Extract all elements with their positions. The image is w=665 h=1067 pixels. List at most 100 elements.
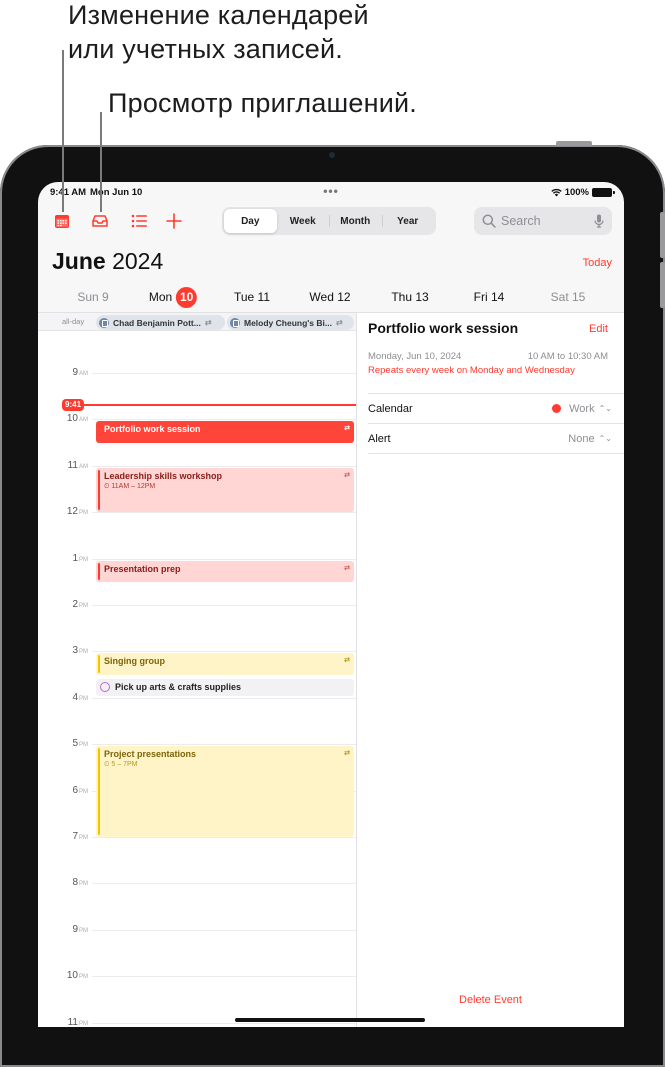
calendar-row[interactable]: Calendar Work ⌃⌄ bbox=[368, 393, 624, 423]
chevron-updown-icon: ⌃⌄ bbox=[598, 434, 612, 443]
front-camera bbox=[329, 152, 335, 158]
hour-suffix: PM bbox=[79, 649, 88, 656]
calendar-event[interactable]: Portfolio work session ⇄ bbox=[96, 421, 354, 443]
hour-number: 5 bbox=[72, 738, 78, 750]
calendar-event[interactable]: Singing group ⇄ bbox=[96, 653, 354, 675]
hour-row: 4PM bbox=[38, 692, 356, 703]
repeat-icon: ⇄ bbox=[344, 471, 350, 479]
hour-label: 4PM bbox=[72, 692, 88, 703]
status-time: 9:41 AM bbox=[50, 187, 87, 198]
all-day-event[interactable]: Chad Benjamin Pott... ⇄ bbox=[96, 315, 225, 330]
today-button[interactable]: Today bbox=[583, 257, 612, 269]
week-day-thu[interactable]: Thu 13 bbox=[391, 286, 428, 308]
tab-week[interactable]: Week bbox=[277, 209, 330, 233]
reminder-checkbox-icon[interactable] bbox=[100, 682, 110, 693]
week-day-sat[interactable]: Sat 15 bbox=[551, 286, 586, 308]
hour-number: 10 bbox=[66, 970, 78, 982]
week-day-sun[interactable]: Sun 9 bbox=[77, 286, 108, 308]
hour-gridline bbox=[92, 373, 356, 374]
week-day-label: Tue 11 bbox=[233, 290, 271, 304]
week-day-label: Fri 14 bbox=[473, 290, 505, 304]
calendar-icon[interactable] bbox=[52, 211, 72, 231]
hour-row: 3PM bbox=[38, 645, 356, 656]
multitasking-dots[interactable]: ••• bbox=[323, 184, 339, 198]
hour-number: 3 bbox=[72, 645, 78, 657]
all-day-label: all-day bbox=[62, 317, 85, 326]
week-day-mon[interactable]: Mon 10 bbox=[149, 286, 198, 308]
hour-suffix: AM bbox=[79, 417, 88, 424]
hour-gridline bbox=[92, 929, 356, 931]
calendar-event[interactable]: Presentation prep ⇄ bbox=[96, 560, 354, 582]
hour-suffix: AM bbox=[79, 371, 88, 377]
hour-number: 6 bbox=[72, 784, 78, 796]
hour-label: 5PM bbox=[72, 738, 88, 749]
hour-number: 10 bbox=[66, 413, 78, 425]
delete-event-button[interactable]: Delete Event bbox=[357, 994, 624, 1006]
hour-suffix: PM bbox=[79, 742, 88, 749]
callout-view-invitations: Просмотр приглашений. bbox=[108, 88, 418, 118]
tab-year[interactable]: Year bbox=[381, 209, 435, 233]
hour-gridline bbox=[92, 558, 356, 560]
alert-row[interactable]: Alert None ⌃⌄ bbox=[368, 423, 624, 453]
week-strip: Sun 9 Mon 10 Tue 11 Wed 12 Thu 13 Fri 14 … bbox=[38, 286, 624, 308]
all-day-row: all-day Chad Benjamin Pott... ⇄ Melody C… bbox=[38, 313, 356, 331]
week-day-label: Sat 15 bbox=[550, 290, 586, 304]
battery-percent: 100% bbox=[564, 187, 589, 198]
month-name: June bbox=[52, 248, 106, 274]
week-day-tue[interactable]: Tue 11 bbox=[234, 286, 270, 308]
hour-number: 9 bbox=[72, 367, 78, 378]
hour-row: 7PM bbox=[38, 831, 356, 842]
day-timeline[interactable]: all-day Chad Benjamin Pott... ⇄ Melody C… bbox=[38, 313, 356, 1027]
hour-row: 11AM bbox=[38, 460, 356, 471]
microphone-icon[interactable] bbox=[594, 214, 604, 228]
calendar-color-dot bbox=[552, 404, 562, 413]
all-day-event[interactable]: Melody Cheung's Bi... ⇄ bbox=[227, 315, 354, 330]
event-repeat-rule[interactable]: Repeats every week on Monday and Wednesd… bbox=[368, 365, 575, 376]
alert-value: None ⌃⌄ bbox=[568, 433, 612, 445]
event-time: 10 AM to 10:30 AM bbox=[527, 351, 608, 362]
tab-month[interactable]: Month bbox=[329, 209, 382, 233]
home-indicator[interactable] bbox=[235, 1018, 425, 1022]
hour-suffix: PM bbox=[79, 603, 88, 609]
reminder-item[interactable]: Pick up arts & crafts supplies bbox=[96, 678, 354, 696]
week-day-wed[interactable]: Wed 12 bbox=[309, 286, 350, 308]
week-day-fri[interactable]: Fri 14 bbox=[474, 286, 505, 308]
hour-label: 2PM bbox=[72, 599, 88, 610]
tab-day[interactable]: Day bbox=[224, 209, 277, 233]
hour-number: 11 bbox=[67, 1016, 78, 1027]
hour-gridline bbox=[92, 1022, 356, 1024]
calendar-event[interactable]: Leadership skills workshop ⏲ 11AM – 12PM ⇄ bbox=[96, 467, 354, 513]
hour-label: 7PM bbox=[72, 831, 88, 842]
chevron-updown-icon: ⌃⌄ bbox=[598, 404, 612, 413]
hour-suffix: PM bbox=[79, 974, 88, 981]
repeat-icon: ⇄ bbox=[344, 425, 350, 433]
alert-name: None bbox=[568, 432, 595, 445]
calendar-label: Calendar bbox=[368, 402, 413, 415]
hour-label: 1PM bbox=[72, 553, 88, 564]
repeat-icon: ⇄ bbox=[204, 318, 212, 327]
hour-label: 9AM bbox=[72, 367, 88, 378]
event-title: Leadership skills workshop bbox=[104, 470, 223, 481]
event-title: Project presentations bbox=[104, 749, 197, 760]
all-day-event-title: Chad Benjamin Pott... bbox=[113, 317, 201, 328]
hour-row: 9AM bbox=[38, 367, 356, 378]
status-date: Mon Jun 10 bbox=[90, 187, 143, 198]
hour-suffix: PM bbox=[79, 835, 88, 841]
inbox-icon[interactable] bbox=[90, 211, 110, 231]
hour-suffix: PM bbox=[79, 695, 88, 702]
today-badge: 10 bbox=[176, 286, 198, 308]
repeat-icon: ⇄ bbox=[344, 564, 350, 572]
event-color-bar bbox=[98, 469, 100, 511]
volume-up-button bbox=[660, 212, 665, 258]
hour-label: 11PM bbox=[68, 1017, 88, 1027]
calendar-event[interactable]: Project presentations ⏲ 5 – 7PM ⇄ bbox=[96, 746, 354, 837]
edit-button[interactable]: Edit bbox=[589, 323, 608, 335]
list-icon[interactable] bbox=[129, 211, 149, 231]
hour-row: 12PM bbox=[38, 506, 356, 517]
search-field[interactable]: Search bbox=[474, 207, 612, 235]
plus-icon[interactable] bbox=[164, 211, 184, 231]
repeat-icon: ⇄ bbox=[335, 318, 343, 327]
event-color-bar bbox=[98, 562, 100, 580]
event-title: Presentation prep bbox=[104, 563, 181, 574]
hour-gridline bbox=[92, 512, 356, 514]
